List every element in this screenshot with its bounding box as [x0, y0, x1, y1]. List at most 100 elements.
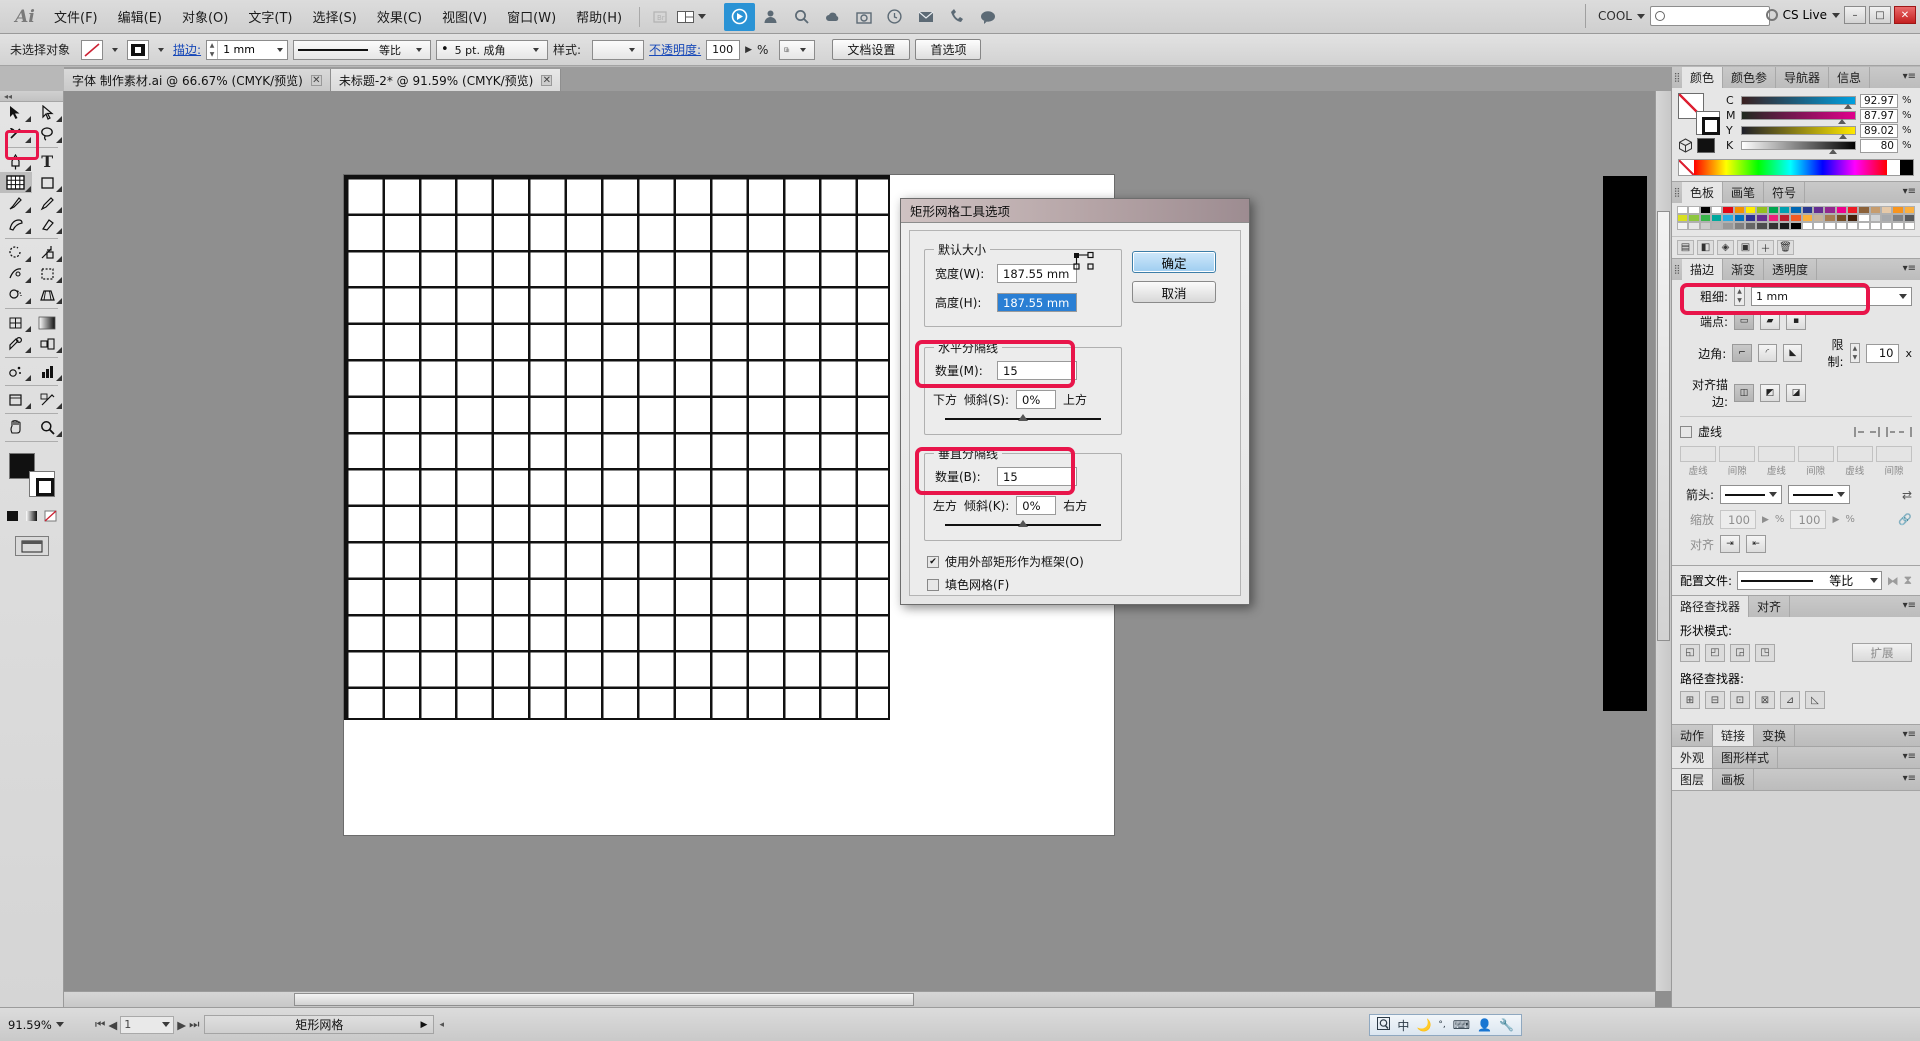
tab-navigator[interactable]: 导航器	[1776, 67, 1829, 88]
butt-cap-icon[interactable]: ▭	[1734, 312, 1754, 330]
height-input[interactable]: 187.55 mm	[997, 293, 1077, 312]
swatch[interactable]	[1779, 206, 1790, 214]
gap-input[interactable]	[1719, 446, 1755, 462]
panel-menu-icon[interactable]: ▾≡	[1903, 186, 1916, 197]
swatch[interactable]	[1734, 222, 1745, 230]
scale-input-start[interactable]: 100	[1720, 510, 1756, 529]
swatch[interactable]	[1756, 214, 1767, 222]
miter-join-icon[interactable]: ⌐	[1732, 344, 1751, 362]
menu-view[interactable]: 视图(V)	[432, 3, 497, 30]
stroke-label[interactable]: 描边:	[173, 41, 201, 58]
canvas-area[interactable]	[64, 91, 1671, 1007]
brush-combo[interactable]: • 5 pt. 成角	[436, 40, 548, 60]
new-color-group-icon[interactable]: ▣	[1737, 240, 1754, 255]
dashed-checkbox[interactable]	[1680, 426, 1692, 438]
stroke-swatch[interactable]	[29, 471, 55, 497]
paintbrush-tool[interactable]	[0, 193, 32, 214]
limit-stepper[interactable]: ▲▼	[1850, 343, 1861, 363]
dot-icon[interactable]: °,	[1438, 1020, 1445, 1030]
swatch[interactable]	[1756, 222, 1767, 230]
spectrum-gradient[interactable]	[1694, 160, 1887, 175]
swatch[interactable]	[1892, 214, 1903, 222]
stepper-arrows[interactable]: ▲ ▼	[207, 41, 218, 59]
opacity-slider-arrow-icon[interactable]: ▶	[745, 45, 752, 55]
horizontal-skew-slider[interactable]	[945, 418, 1101, 420]
chevron-down-icon[interactable]	[158, 48, 164, 52]
limit-input[interactable]: 10	[1866, 344, 1899, 363]
tab-color-guide[interactable]: 颜色参	[1723, 67, 1776, 88]
slider-thumb[interactable]	[1829, 149, 1837, 154]
swatch[interactable]	[1756, 206, 1767, 214]
align-outside-icon[interactable]: ◪	[1786, 384, 1806, 402]
flip-horizontal-icon[interactable]: ⧓	[1887, 574, 1899, 588]
magic-wand-tool[interactable]	[0, 123, 32, 144]
slider-thumb[interactable]	[1018, 520, 1028, 527]
slider-thumb[interactable]	[1839, 134, 1847, 139]
tab-appearance[interactable]: 外观	[1672, 747, 1713, 768]
swatch[interactable]	[1881, 214, 1892, 222]
ime-language-label[interactable]: 中	[1397, 1017, 1409, 1034]
menu-edit[interactable]: 编辑(E)	[108, 3, 172, 30]
swatch[interactable]	[1779, 222, 1790, 230]
swatch[interactable]	[1904, 222, 1915, 230]
delete-swatch-icon[interactable]: 🗑	[1777, 240, 1794, 255]
pen-tool[interactable]	[0, 151, 32, 172]
search-input[interactable]	[1650, 6, 1770, 26]
stepper-down-icon[interactable]: ▼	[1851, 353, 1860, 362]
white-swatch[interactable]	[1887, 160, 1900, 175]
arrange-documents-button[interactable]	[673, 10, 710, 24]
swap-arrows-icon[interactable]: ⇄	[1902, 488, 1912, 502]
swatch[interactable]	[1847, 222, 1858, 230]
artboard-tool[interactable]	[0, 389, 32, 410]
swatch[interactable]	[1790, 222, 1801, 230]
gap-input[interactable]	[1798, 446, 1834, 462]
channel-value-k[interactable]: 80	[1860, 139, 1898, 153]
maximize-button[interactable]: □	[1869, 6, 1891, 24]
search-icon[interactable]	[786, 3, 817, 31]
minus-back-icon[interactable]: ◺	[1805, 691, 1825, 709]
tab-graphic-styles[interactable]: 图形样式	[1713, 747, 1778, 768]
fill-grid-checkbox-row[interactable]: 填色网格(F)	[927, 576, 1009, 593]
stroke-weight-combo[interactable]: 1 mm	[1751, 287, 1912, 306]
tab-links[interactable]: 链接	[1713, 725, 1754, 746]
rectangular-grid-tool[interactable]	[0, 172, 32, 193]
channel-value-y[interactable]: 89.02	[1860, 124, 1898, 138]
swatch[interactable]	[1790, 214, 1801, 222]
swatch[interactable]	[1677, 206, 1688, 214]
close-icon[interactable]: ✕	[541, 75, 552, 86]
browser-icon[interactable]	[724, 3, 755, 31]
arrow-end-combo[interactable]	[1788, 485, 1850, 504]
outer-rect-checkbox-row[interactable]: ✔ 使用外部矩形作为框架(O)	[927, 553, 1084, 570]
stroke-weight-stepper[interactable]: ▲ ▼ 1 mm	[206, 40, 288, 60]
tab-transparency[interactable]: 透明度	[1764, 259, 1817, 280]
ime-logo-icon[interactable]	[1377, 1017, 1390, 1033]
swatch[interactable]	[1881, 206, 1892, 214]
type-tool[interactable]: T	[32, 151, 64, 172]
page-number-input[interactable]: 1	[120, 1016, 174, 1034]
swatch[interactable]	[1745, 214, 1756, 222]
menu-file[interactable]: 文件(F)	[44, 3, 108, 30]
black-swatch[interactable]	[1900, 160, 1913, 175]
hand-tool[interactable]	[0, 417, 32, 438]
fill-grid-checkbox[interactable]	[927, 579, 939, 591]
intersect-icon[interactable]: ◲	[1730, 644, 1750, 662]
swatch[interactable]	[1847, 214, 1858, 222]
ok-button[interactable]: 确定	[1132, 251, 1216, 273]
opacity-label[interactable]: 不透明度:	[649, 41, 701, 58]
slider-c[interactable]	[1741, 96, 1856, 105]
canvas-surface[interactable]	[64, 91, 1671, 1007]
horizontal-skew-input[interactable]: 0%	[1016, 390, 1056, 409]
horizontal-count-input[interactable]: 15	[997, 361, 1077, 380]
pencil-tool[interactable]	[32, 193, 64, 214]
direct-selection-tool[interactable]	[32, 102, 64, 123]
swatch[interactable]	[1870, 214, 1881, 222]
width-input[interactable]: 187.55 mm	[997, 264, 1077, 283]
tab-gradient[interactable]: 渐变	[1723, 259, 1764, 280]
free-transform-tool[interactable]	[32, 263, 64, 284]
swatch[interactable]	[1745, 222, 1756, 230]
rotate-tool[interactable]	[0, 242, 32, 263]
merge-icon[interactable]: ⊡	[1730, 691, 1750, 709]
scale-arrow-icon[interactable]: ▶	[1762, 515, 1769, 525]
stepper-up-icon[interactable]: ▲	[1851, 344, 1860, 353]
profile-combo[interactable]: 等比	[1737, 571, 1882, 590]
